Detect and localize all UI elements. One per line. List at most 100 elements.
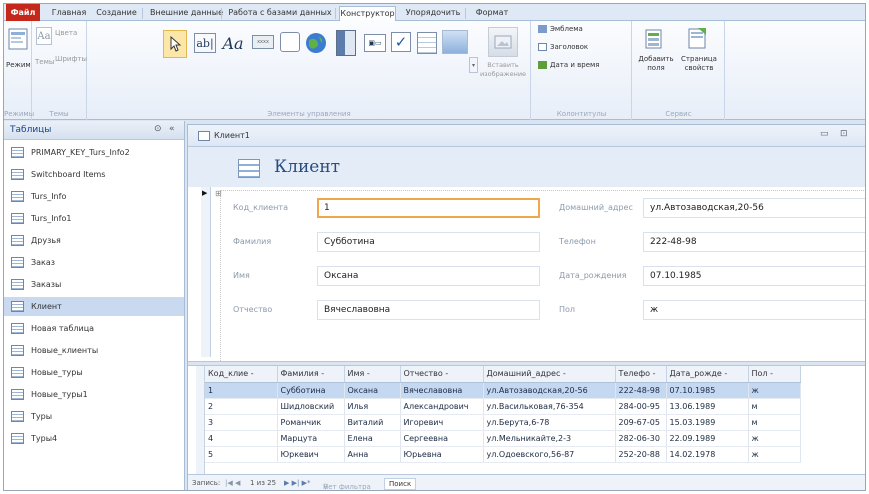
logo-button[interactable]: Эмблема <box>538 25 583 33</box>
nav-collapse-icon[interactable]: « <box>169 124 175 134</box>
table-cell[interactable]: Анна <box>344 446 401 463</box>
table-cell[interactable]: 209-67-05 <box>615 414 667 431</box>
table-cell[interactable]: Илья <box>344 398 401 415</box>
table-cell[interactable]: Шидловский <box>277 398 345 415</box>
table-cell[interactable]: м <box>748 398 801 415</box>
table-cell[interactable]: Елена <box>344 430 401 447</box>
nav-item[interactable]: Новые_туры <box>4 363 184 382</box>
nav-item[interactable]: Друзья <box>4 231 184 250</box>
navigation-control[interactable] <box>336 30 356 56</box>
table-cell[interactable]: ул.Васильковая,76-354 <box>483 398 616 415</box>
table-cell[interactable]: 252-20-88 <box>615 446 667 463</box>
nav-item[interactable]: Turs_Info1 <box>4 209 184 228</box>
table-cell[interactable]: Романчик <box>277 414 345 431</box>
nav-header[interactable]: Таблицы ⊙ « <box>4 121 184 140</box>
column-header[interactable]: Код_клие - <box>205 366 278 383</box>
table-cell[interactable]: Субботина <box>277 382 345 399</box>
layout-handle-icon[interactable]: ⊞ <box>215 189 222 198</box>
colors-button[interactable]: Цвета <box>55 29 77 37</box>
table-cell[interactable]: ж <box>748 430 801 447</box>
table-cell[interactable]: Виталий <box>344 414 401 431</box>
table-cell[interactable]: Сергеевна <box>400 430 484 447</box>
column-header[interactable]: Пол - <box>748 366 801 383</box>
column-header[interactable]: Отчество - <box>400 366 484 383</box>
column-header[interactable]: Имя - <box>344 366 401 383</box>
nav-item[interactable]: Switchboard Items <box>4 165 184 184</box>
button-control[interactable]: xxxx <box>252 35 274 49</box>
nav-item[interactable]: Новая таблица <box>4 319 184 338</box>
table-cell[interactable]: 284-00-95 <box>615 398 667 415</box>
image-control[interactable] <box>442 30 468 54</box>
nav-item[interactable]: Туры <box>4 407 184 426</box>
column-header[interactable]: Телефо - <box>615 366 667 383</box>
nav-item[interactable]: Новые_туры1 <box>4 385 184 404</box>
datasheet-row-selectors[interactable] <box>196 366 205 474</box>
birthdate-field[interactable]: 07.10.1985 <box>643 266 865 286</box>
nav-item-selected[interactable]: Клиент <box>4 297 184 316</box>
first-record-button[interactable]: |◀ ◀ <box>225 479 240 487</box>
table-cell[interactable]: 4 <box>205 430 278 447</box>
column-header[interactable]: Домашний_адрес - <box>483 366 616 383</box>
table-cell[interactable]: 3 <box>205 414 278 431</box>
table-cell[interactable]: 2 <box>205 398 278 415</box>
nav-dropdown-icon[interactable]: ⊙ <box>154 124 162 134</box>
column-header[interactable]: Дата_рожде - <box>666 366 749 383</box>
document-tab-title[interactable]: Клиент1 <box>214 131 250 140</box>
table-cell[interactable]: 1 <box>205 382 278 399</box>
table-row[interactable]: 1 Субботина Оксана Вячеславовна ул.Автозавод… <box>205 382 801 399</box>
title-button[interactable]: Заголовок <box>538 43 588 51</box>
table-row[interactable]: 3 Романчик Виталий Игоревич ул.Берута,6-78 20… <box>205 414 801 431</box>
table-row[interactable]: 4 Марцута Елена Сергеевна ул.Мельникайте,2-3… <box>205 430 801 447</box>
checkbox-control[interactable]: ✓ <box>391 32 411 52</box>
nav-item[interactable]: Новые_клиенты <box>4 341 184 360</box>
add-fields-button[interactable] <box>645 27 665 49</box>
phone-field[interactable]: 222-48-98 <box>643 232 865 252</box>
table-cell[interactable]: Оксана <box>344 382 401 399</box>
view-mode-button[interactable] <box>7 27 29 51</box>
table-cell[interactable]: 282-06-30 <box>615 430 667 447</box>
address-field[interactable]: ул.Автозаводская,20-56 <box>643 198 865 218</box>
label-control[interactable]: Aa <box>220 33 246 53</box>
table-cell[interactable]: Игоревич <box>400 414 484 431</box>
client-id-field[interactable]: 1 <box>317 198 540 218</box>
option-group-control[interactable]: ▣▭ <box>364 34 386 52</box>
tab-control[interactable] <box>280 32 300 52</box>
minimize-icon[interactable]: ▭ <box>820 129 829 139</box>
tab-arrange[interactable]: Упорядочить <box>404 6 466 21</box>
table-cell[interactable]: 14.02.1978 <box>666 446 749 463</box>
table-cell[interactable]: ул.Автозаводская,20-56 <box>483 382 616 399</box>
datetime-button[interactable]: Дата и время <box>538 61 600 69</box>
tab-external-data[interactable]: Внешние данные <box>150 6 223 21</box>
name-field[interactable]: Оксана <box>317 266 540 286</box>
nav-item[interactable]: PRIMARY_KEY_Turs_Info2 <box>4 143 184 162</box>
column-header[interactable]: Фамилия - <box>277 366 345 383</box>
patronymic-field[interactable]: Вячеславовна <box>317 300 540 320</box>
select-pointer-button[interactable] <box>163 30 187 58</box>
table-cell[interactable]: Марцута <box>277 430 345 447</box>
table-row[interactable]: 5 Юркевич Анна Юрьевна ул.Одоевского,56-87 25… <box>205 446 801 463</box>
tab-file[interactable]: Файл <box>6 4 40 21</box>
themes-button[interactable]: Aa <box>36 27 52 45</box>
table-cell[interactable]: Вячеславовна <box>400 382 484 399</box>
table-cell[interactable]: ул.Одоевского,56-87 <box>483 446 616 463</box>
table-cell[interactable]: ул.Берута,6-78 <box>483 414 616 431</box>
table-cell[interactable]: 5 <box>205 446 278 463</box>
restore-icon[interactable]: ⊡ <box>840 129 848 139</box>
nav-item[interactable]: Туры4 <box>4 429 184 448</box>
tab-format[interactable]: Формат <box>472 6 512 21</box>
nav-item[interactable]: Заказы <box>4 275 184 294</box>
table-cell[interactable]: ж <box>748 446 801 463</box>
table-cell[interactable]: Юркевич <box>277 446 345 463</box>
list-control[interactable] <box>417 32 437 54</box>
nav-item[interactable]: Заказ <box>4 253 184 272</box>
table-cell[interactable]: 07.10.1985 <box>666 382 749 399</box>
hyperlink-control[interactable] <box>304 31 328 55</box>
table-cell[interactable]: 22.09.1989 <box>666 430 749 447</box>
search-box[interactable]: Поиск <box>384 478 417 490</box>
table-cell[interactable]: 222-48-98 <box>615 382 667 399</box>
table-cell[interactable]: м <box>748 414 801 431</box>
tab-home[interactable]: Главная <box>50 6 88 21</box>
surname-field[interactable]: Субботина <box>317 232 540 252</box>
table-row[interactable]: 2 Шидловский Илья Александрович ул.Васильков… <box>205 398 801 415</box>
record-position[interactable]: 1 из 25 <box>250 479 276 487</box>
